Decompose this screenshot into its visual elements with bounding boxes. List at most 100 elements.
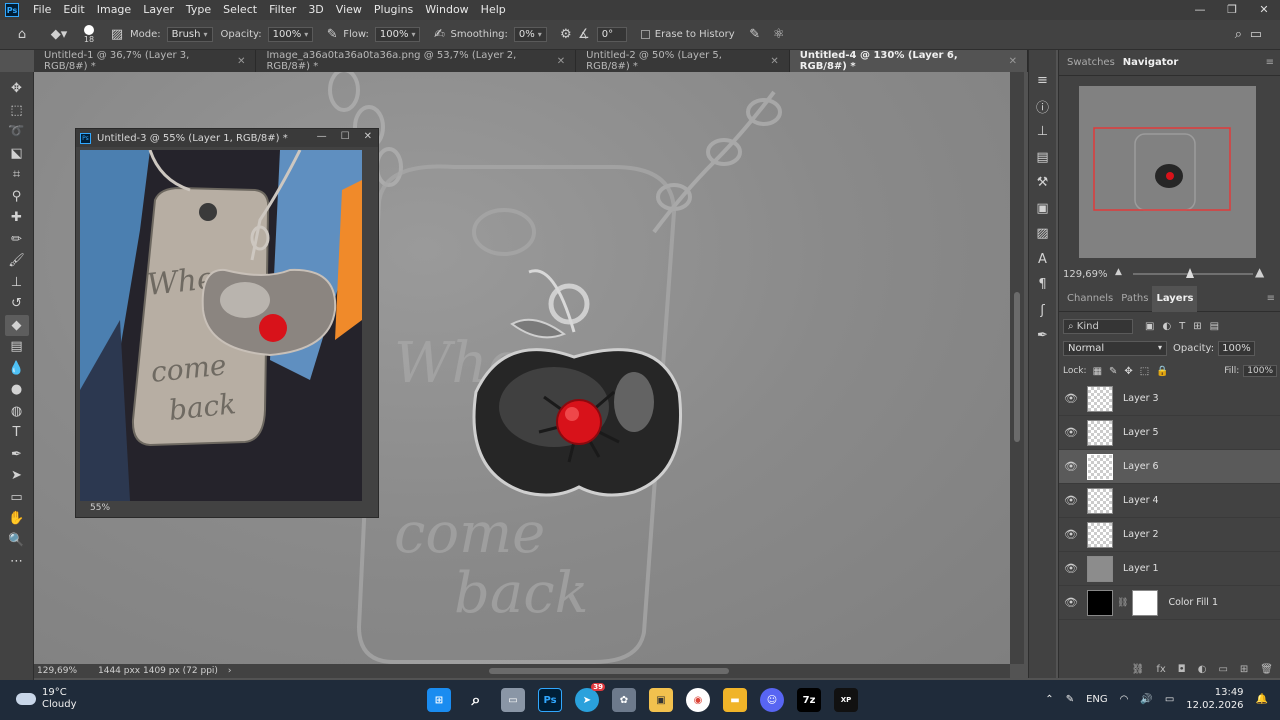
layer-row-layer-5[interactable]: 👁 Layer 5 [1059,416,1280,450]
eye-icon[interactable]: 👁 [1059,596,1083,609]
pressure-size-icon[interactable]: ✎ [743,27,767,42]
pencil-tool-icon[interactable]: ✏ [5,229,29,251]
close-icon[interactable]: ✕ [1009,56,1017,67]
paint-icon[interactable]: ✿ [612,688,636,712]
floating-window-zoom[interactable]: 55% [90,503,110,513]
layer-row-layer-2[interactable]: 👁 Layer 2 [1059,518,1280,552]
xp-pen-icon[interactable]: XP [834,688,858,712]
brush-settings-icon[interactable]: ▨ [104,27,130,42]
restore-icon[interactable]: ❐ [1216,0,1248,20]
path-select-tool-icon[interactable]: ➤ [5,465,29,487]
clock[interactable]: 13:49 12.02.2026 [1186,686,1243,712]
tab-untitled-4[interactable]: Untitled-4 @ 130% (Layer 6, RGB/8#) * ✕ [789,50,1028,72]
pen-tool-icon[interactable]: ✒ [5,444,29,466]
minimize-icon[interactable]: — [1184,0,1216,20]
menu-help[interactable]: Help [475,0,512,20]
navigator-preview[interactable] [1079,86,1256,258]
mode-select[interactable]: Brush ▾ [166,27,213,42]
smoothing-input[interactable]: 0% ▾ [513,27,547,42]
notification-icon[interactable]: 🔔 [1256,694,1268,705]
eyedropper-tool-icon[interactable]: ⚲ [5,186,29,208]
eye-icon[interactable]: 👁 [1059,392,1083,405]
eraser-tool-preset-icon[interactable]: ◆▾ [44,27,74,42]
tab-layers[interactable]: Layers [1152,285,1198,312]
floating-window-titlebar[interactable]: Ps Untitled-3 @ 55% (Layer 1, RGB/8#) * … [76,129,378,147]
group-icon[interactable]: ▭ [1218,664,1227,675]
floating-document-window[interactable]: Ps Untitled-3 @ 55% (Layer 1, RGB/8#) * … [75,128,379,518]
task-view-icon[interactable]: ▭ [501,688,525,712]
character-panel-icon[interactable]: A [1031,249,1055,271]
layer-row-layer-1[interactable]: 👁 Layer 1 [1059,552,1280,586]
healing-brush-tool-icon[interactable]: ✚ [5,207,29,229]
gradient-tool-icon[interactable]: ▤ [5,336,29,358]
zoom-readout[interactable]: 129,69% [34,666,98,676]
sponge-tool-icon[interactable]: ◍ [5,401,29,423]
blend-mode-select[interactable]: Normal ▾ [1063,340,1167,356]
adjustments-panel-icon[interactable]: ≡ [1031,70,1055,92]
tool-presets-panel-icon[interactable]: ⚒ [1031,172,1055,194]
angle-input[interactable]: 0° [596,27,627,42]
clone-source-panel-icon[interactable]: ⊥ [1031,121,1055,143]
tab-channels[interactable]: Channels [1063,286,1117,312]
menu-window[interactable]: Window [419,0,474,20]
close-icon[interactable]: ✕ [237,56,245,67]
move-tool-icon[interactable]: ✥ [5,78,29,100]
layer-row-layer-6[interactable]: 👁 Layer 6 [1059,450,1280,484]
add-mask-icon[interactable]: ◘ [1178,664,1186,675]
fill-input[interactable]: 100% [1243,365,1277,377]
tab-paths[interactable]: Paths [1117,286,1152,312]
folder-icon[interactable]: ▬ [723,688,747,712]
layer-row-color-fill-1[interactable]: 👁 ⛓ Color Fill 1 [1059,586,1280,620]
object-select-tool-icon[interactable]: ⬕ [5,143,29,165]
dodge-tool-icon[interactable]: ● [5,379,29,401]
libraries-panel-icon[interactable]: ▣ [1031,198,1055,220]
close-icon[interactable]: ✕ [770,56,778,67]
volume-icon[interactable]: 🔊 [1140,694,1152,705]
brush-settings-panel-icon[interactable]: ✒ [1031,325,1055,347]
panel-menu-icon[interactable]: ≡ [1263,286,1280,312]
fx-icon[interactable]: fx [1156,664,1165,675]
menu-file[interactable]: File [27,0,57,20]
tab-untitled-2[interactable]: Untitled-2 @ 50% (Layer 5, RGB/8#) * ✕ [576,50,790,72]
chrome-icon[interactable]: ◉ [686,688,710,712]
menu-filter[interactable]: Filter [263,0,302,20]
symmetry-butterfly-icon[interactable]: ⚛ [767,27,791,42]
close-icon[interactable]: ✕ [364,131,372,142]
trash-icon[interactable]: 🗑 [1260,664,1273,675]
marquee-tool-icon[interactable]: ⬚ [5,100,29,122]
zoom-out-icon[interactable]: ▲ [1115,267,1122,277]
tab-untitled-1[interactable]: Untitled-1 @ 36,7% (Layer 3, RGB/8#) * ✕ [34,50,257,72]
windows-start-icon[interactable]: ⊞ [427,688,451,712]
clone-stamp-tool-icon[interactable]: ⊥ [5,272,29,294]
weather-widget[interactable]: 19°C Cloudy [16,687,76,711]
zoom-in-icon[interactable]: ▲ [1255,265,1264,279]
glyphs-panel-icon[interactable]: ʃ [1031,300,1055,322]
tab-navigator[interactable]: Navigator [1119,50,1183,76]
airbrush-icon[interactable]: ✍ [428,27,450,42]
menu-edit[interactable]: Edit [57,0,90,20]
minimize-icon[interactable]: — [317,131,327,142]
zoom-tool-icon[interactable]: 🔍 [5,530,29,552]
menu-3d[interactable]: 3D [302,0,329,20]
info-panel-icon[interactable]: ⓘ [1031,96,1055,118]
blur-tool-icon[interactable]: 💧 [5,358,29,380]
layer-row-layer-4[interactable]: 👁 Layer 4 [1059,484,1280,518]
maximize-icon[interactable]: ☐ [341,131,350,142]
close-icon[interactable]: ✕ [557,56,565,67]
brush-size-picker[interactable]: 18 [74,25,104,44]
tab-image-png[interactable]: Image_a36a0ta36a0ta36a.png @ 53,7% (Laye… [256,50,577,72]
tab-swatches[interactable]: Swatches [1063,50,1119,76]
menu-type[interactable]: Type [180,0,217,20]
layer-row-layer-3[interactable]: 👁 Layer 3 [1059,382,1280,416]
home-icon[interactable]: ⌂ [0,27,44,42]
paragraph-panel-icon[interactable]: ¶ [1031,274,1055,296]
lasso-tool-icon[interactable]: ➰ [5,121,29,143]
wifi-icon[interactable]: ◠ [1120,694,1129,705]
layer-kind-select[interactable]: ⌕ Kind [1063,318,1133,334]
eye-icon[interactable]: 👁 [1059,494,1083,507]
battery-icon[interactable]: ▭ [1165,694,1174,705]
link-layers-icon[interactable]: ⛓ [1132,664,1145,675]
hand-tool-icon[interactable]: ✋ [5,508,29,530]
scrollbar-thumb[interactable] [1014,292,1020,442]
file-explorer-cat-icon[interactable]: ▣ [649,688,673,712]
